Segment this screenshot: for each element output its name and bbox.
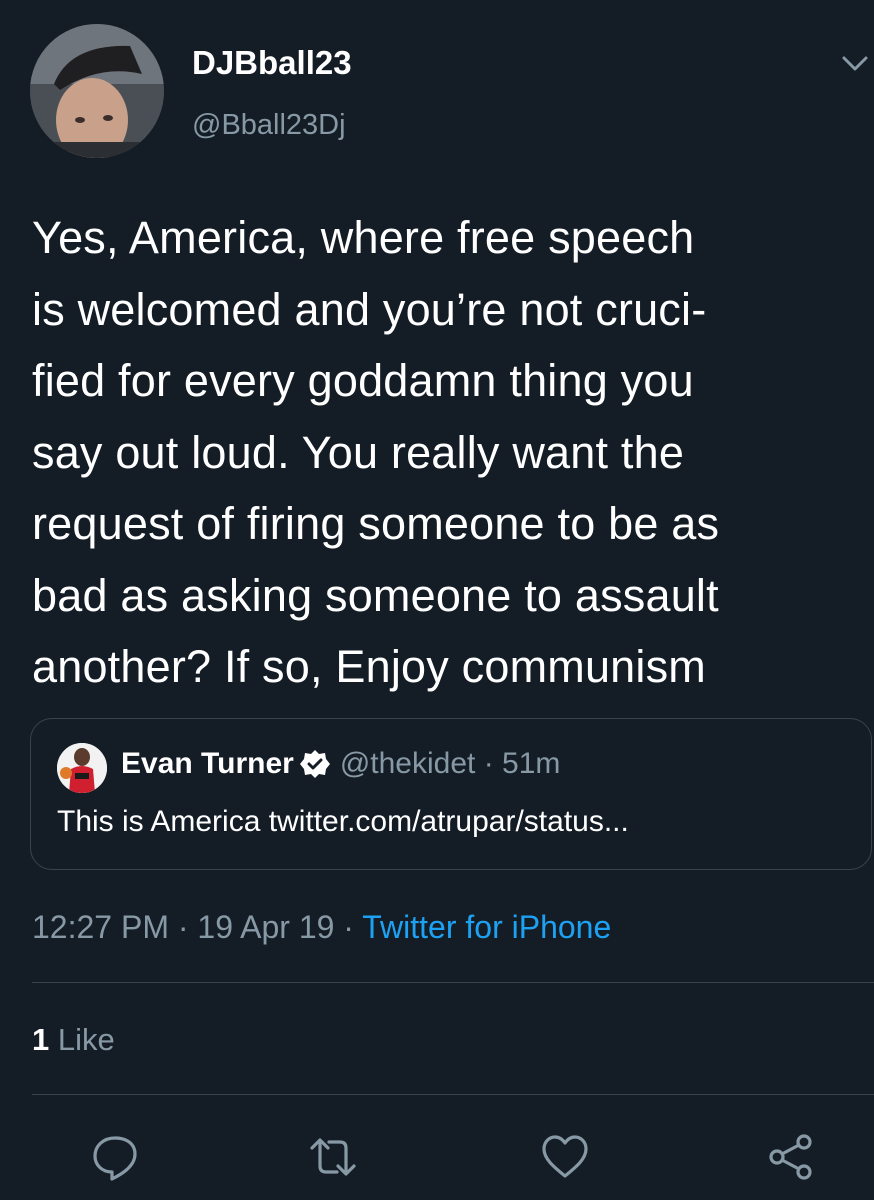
tweet-date: 19 Apr 19: [197, 909, 335, 945]
meta-separator: ·: [334, 909, 363, 945]
tweet-line: fied for every goddamn thing you: [32, 355, 694, 406]
quoted-display-name[interactable]: Evan Turner: [121, 747, 294, 781]
avatar-photo: [30, 24, 164, 158]
quoted-text: This is America twitter.com/atrupar/stat…: [57, 805, 629, 838]
tweet-meta: 12:27 PM · 19 Apr 19 · Twitter for iPhon…: [32, 909, 611, 946]
tweet-line: is welcomed and you’re not cruci-: [32, 283, 707, 335]
author-display-name[interactable]: DJBball23: [192, 44, 352, 82]
divider: [32, 1094, 874, 1095]
quoted-author-avatar: [57, 743, 107, 793]
quoted-handle-time: @thekidet · 51m: [339, 747, 561, 780]
like-count-value: 1: [32, 1022, 50, 1057]
tweet-line: say out loud. You really want the: [32, 426, 685, 478]
author-avatar[interactable]: [30, 24, 164, 158]
author-handle[interactable]: @Bball23Dj: [192, 109, 346, 142]
tweet-line: another? If so, Enjoy communism: [32, 641, 706, 692]
like-icon[interactable]: [540, 1132, 590, 1182]
reply-icon[interactable]: [90, 1132, 140, 1182]
tweet-source-link[interactable]: Twitter for iPhone: [362, 909, 611, 945]
retweet-icon[interactable]: [308, 1132, 358, 1182]
tweet-text: Yes, America, where free speech is welco…: [32, 202, 868, 703]
tweet-line: bad as asking someone to assault: [32, 569, 719, 621]
like-count-label: Like: [57, 1022, 115, 1057]
share-icon[interactable]: [766, 1132, 816, 1182]
divider: [32, 982, 874, 983]
tweet-time: 12:27 PM: [32, 909, 169, 945]
likes-count[interactable]: 1 Like: [32, 1022, 115, 1058]
tweet-line: Yes, America, where free speech: [32, 212, 695, 263]
verified-badge-icon: [299, 749, 330, 779]
quoted-tweet-card[interactable]: Evan Turner @thekidet · 51m This is Amer…: [30, 718, 872, 870]
chevron-down-icon[interactable]: [840, 52, 870, 76]
quoted-avatar-photo: [57, 743, 107, 793]
quoted-header: Evan Turner @thekidet · 51m: [121, 747, 560, 781]
meta-separator: ·: [168, 909, 198, 945]
tweet-line: request of firing someone to be as: [32, 498, 720, 549]
